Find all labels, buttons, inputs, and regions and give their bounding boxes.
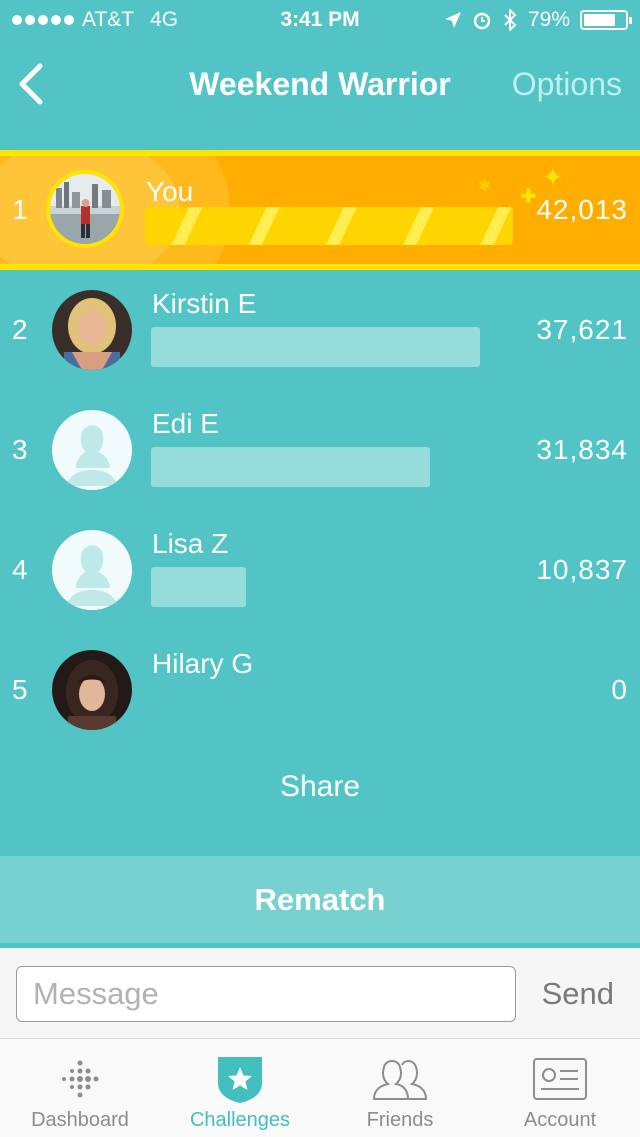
leaderboard-row[interactable]: 5 Hilary G 0 [0,630,640,750]
default-avatar-icon [52,530,132,610]
rank-label: 4 [12,554,28,585]
tab-dashboard[interactable]: Dashboard [0,1039,160,1137]
participant-name: Lisa Z [152,528,229,559]
status-bar: AT&T 4G 3:41 PM 79% [0,0,640,40]
tab-label: Challenges [189,1109,291,1131]
rank-label: 1 [12,194,28,225]
progress-bar [151,567,246,607]
tab-label: Dashboard [31,1109,129,1131]
share-button[interactable]: Share [0,770,640,804]
participant-name: Kirstin E [152,288,257,319]
participant-name: Edi E [152,408,219,439]
leaderboard-row[interactable]: 3 Edi E 31,834 [0,390,640,510]
tab-bar: Dashboard Challenges Friends Account [0,1038,640,1137]
step-count: 0 [611,674,628,705]
progress-bar [151,327,480,367]
location-arrow-icon [444,12,461,28]
message-input[interactable] [16,966,516,1022]
rematch-button[interactable]: Rematch [0,856,640,943]
rank-label: 2 [12,314,28,345]
step-count: 37,621 [536,314,628,345]
default-avatar-icon [52,410,132,490]
step-count: 10,837 [536,554,628,585]
rematch-bar: Rematch [0,856,640,948]
tab-account[interactable]: Account [480,1039,640,1137]
tab-label: Account [523,1109,597,1131]
participant-name: Hilary G [152,648,254,679]
battery-percent: 79% [527,8,570,31]
tab-friends[interactable]: Friends [320,1039,480,1137]
send-button[interactable]: Send [542,976,614,1012]
tab-label: Friends [366,1109,434,1131]
avatar [52,650,132,730]
options-button[interactable]: Options [512,66,622,103]
account-card-icon [533,1058,587,1100]
step-count: 31,834 [536,434,628,465]
leaderboard-row-you[interactable]: 1 You ✱ ✚ ✦ 42,013 [0,150,640,270]
sparkle-icon: ✱ [478,178,492,195]
alarm-icon [473,12,491,30]
rank-label: 3 [12,434,28,465]
tab-challenges[interactable]: Challenges [160,1039,320,1137]
leaderboard-row[interactable]: 2 Kirstin E 37,621 [0,270,640,390]
dashboard-dots-icon [62,1060,99,1098]
challenges-star-icon [218,1057,262,1103]
battery-icon [580,10,632,30]
navigation-bar: Weekend Warrior Options [0,40,640,130]
avatar [46,170,124,248]
rank-label: 5 [12,674,28,705]
friends-icon [372,1060,428,1100]
message-composer: Send [0,948,640,1038]
bluetooth-icon [504,9,517,31]
step-count: 42,013 [536,194,628,225]
leaderboard-row[interactable]: 4 Lisa Z 10,837 [0,510,640,630]
progress-bar [145,207,513,245]
avatar [52,290,132,370]
participant-name: You [146,176,194,207]
progress-bar [151,447,430,487]
sparkle-icon: ✚ [520,186,537,208]
